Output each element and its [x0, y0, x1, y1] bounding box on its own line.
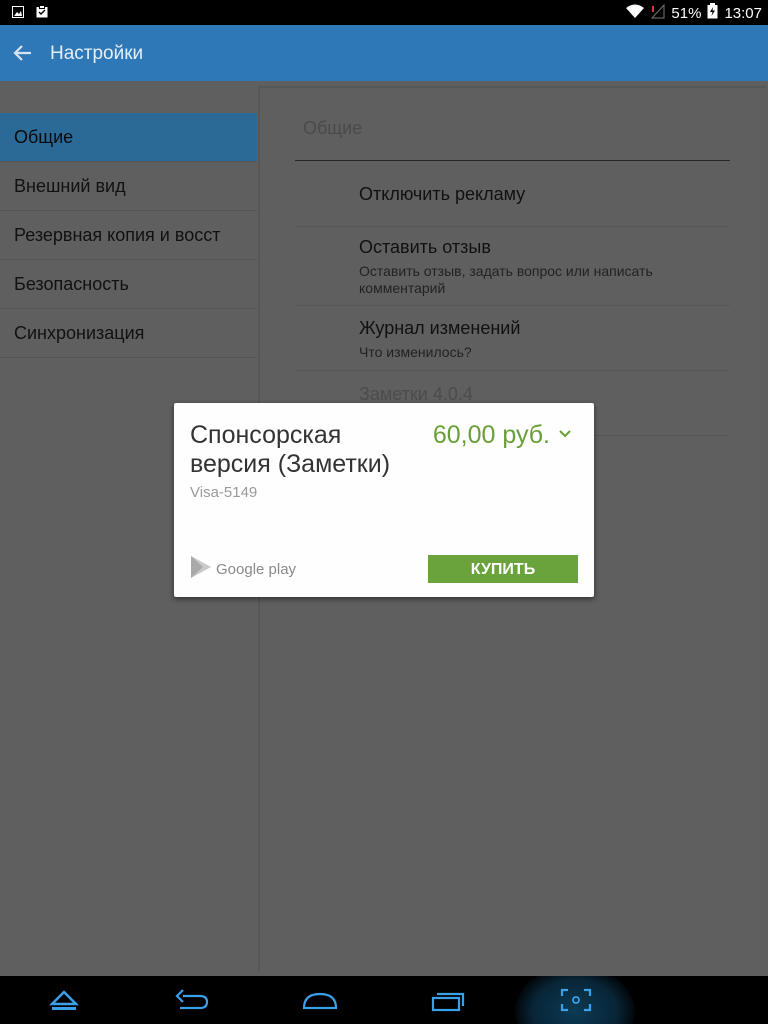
buy-button[interactable]: КУПИТЬ: [428, 555, 578, 583]
product-price[interactable]: 60,00 руб.: [433, 421, 550, 450]
sidebar-item-appearance[interactable]: Внешний вид: [0, 162, 257, 211]
payment-method[interactable]: Visa-5149: [190, 484, 257, 501]
back-arrow-icon[interactable]: [12, 42, 34, 64]
pref-title: Оставить отзыв: [359, 237, 491, 257]
google-play-logo: Google play: [190, 555, 296, 584]
recents-icon[interactable]: [428, 984, 468, 1016]
product-title: Спонсорская версия (Заметки): [190, 421, 391, 478]
battery-icon: [707, 3, 718, 24]
sidebar-item-security[interactable]: Безопасность: [0, 260, 257, 309]
pref-summary: Оставить отзыв, задать вопрос или написа…: [359, 263, 653, 296]
battery-percent: 51%: [671, 4, 702, 22]
home-icon[interactable]: [300, 984, 340, 1016]
pref-changelog[interactable]: Журнал изменений Что изменилось?: [295, 306, 730, 371]
purchase-dialog: Спонсорская версия (Заметки) 60,00 руб. …: [174, 403, 594, 597]
up-icon[interactable]: [44, 984, 84, 1016]
page-title: Настройки: [50, 43, 144, 64]
wifi-icon: [625, 4, 645, 24]
pref-summary: Что изменилось?: [359, 344, 472, 360]
navigation-bar: [0, 976, 768, 1024]
sidebar-item-general[interactable]: Общие: [0, 113, 257, 162]
pref-title: Заметки 4.0.4: [359, 384, 473, 404]
settings-sidebar: Общие Внешний вид Резервная копия и восс…: [0, 113, 257, 358]
section-title: Общие: [303, 118, 363, 138]
back-icon[interactable]: [172, 984, 212, 1016]
sidebar-item-backup[interactable]: Резервная копия и восст: [0, 211, 257, 260]
gallery-icon: [12, 5, 24, 23]
status-bar: 51% 13:07: [0, 0, 768, 25]
sidebar-item-sync[interactable]: Синхронизация: [0, 309, 257, 358]
play-triangle-icon: [190, 555, 212, 584]
clipboard-icon: [36, 5, 48, 23]
pref-title: Журнал изменений: [359, 318, 521, 338]
action-bar: Настройки: [0, 25, 768, 81]
store-label: Google play: [216, 561, 297, 578]
clock: 13:07: [724, 4, 762, 22]
screenshot-icon[interactable]: [556, 984, 596, 1016]
pref-disable-ads[interactable]: Отключить рекламу: [295, 161, 730, 227]
chevron-down-icon[interactable]: [558, 427, 572, 441]
signal-icon: [651, 3, 665, 24]
pref-title: Отключить рекламу: [359, 184, 526, 204]
pref-leave-review[interactable]: Оставить отзыв Оставить отзыв, задать во…: [295, 227, 730, 306]
